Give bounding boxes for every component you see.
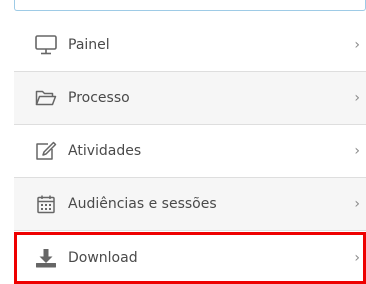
menu-item-label: Audiências e sessões xyxy=(68,196,217,212)
chevron-right-icon: › xyxy=(354,143,360,159)
menu-item-audiencias-e-sessoes[interactable]: Audiências e sessões › xyxy=(14,178,366,231)
folder-open-icon xyxy=(34,87,58,109)
menu-item-painel[interactable]: Painel › xyxy=(14,19,366,72)
calendar-icon xyxy=(34,193,58,215)
menu-item-atividades[interactable]: Atividades › xyxy=(14,125,366,178)
download-icon xyxy=(34,247,58,269)
search-field-edge[interactable] xyxy=(14,0,366,11)
menu-item-processo[interactable]: Processo › xyxy=(14,72,366,125)
side-menu: Painel › Processo › Atividades › Audiênc… xyxy=(14,19,366,284)
menu-item-label: Painel xyxy=(68,37,110,53)
chevron-right-icon: › xyxy=(354,90,360,106)
edit-icon xyxy=(34,140,58,162)
menu-item-label: Processo xyxy=(68,90,130,106)
chevron-right-icon: › xyxy=(354,196,360,212)
chevron-right-icon: › xyxy=(354,250,360,266)
menu-item-download[interactable]: Download › xyxy=(14,232,366,284)
chevron-right-icon: › xyxy=(354,37,360,53)
monitor-icon xyxy=(34,34,58,56)
menu-item-label: Atividades xyxy=(68,143,142,159)
menu-item-label: Download xyxy=(68,250,138,266)
